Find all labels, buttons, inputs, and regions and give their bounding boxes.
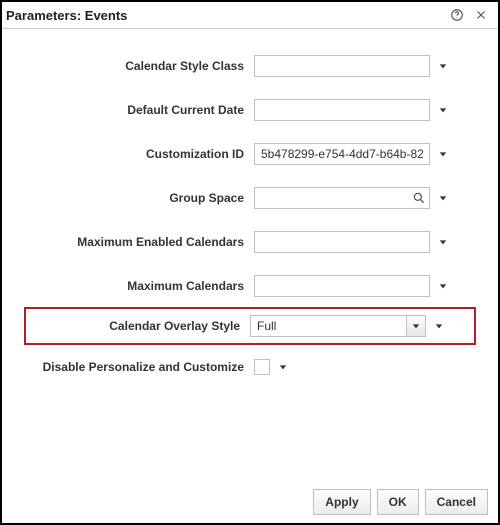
row-default-current-date: Default Current Date <box>16 99 484 121</box>
input-max-calendars[interactable] <box>254 275 430 297</box>
dropdown-customization-id[interactable] <box>438 149 448 159</box>
help-icon[interactable] <box>448 6 466 24</box>
label-calendar-style-class: Calendar Style Class <box>16 59 254 73</box>
row-calendar-style-class: Calendar Style Class <box>16 55 484 77</box>
highlight-calendar-overlay-style: Calendar Overlay Style Full <box>24 307 476 345</box>
dropdown-max-calendars[interactable] <box>438 281 448 291</box>
input-default-current-date[interactable] <box>254 99 430 121</box>
dropdown-calendar-overlay-style[interactable] <box>434 321 444 331</box>
select-calendar-overlay-style[interactable]: Full <box>250 315 426 337</box>
dropdown-default-current-date[interactable] <box>438 105 448 115</box>
row-max-enabled-calendars: Maximum Enabled Calendars <box>16 231 484 253</box>
dialog-title: Parameters: Events <box>2 8 127 23</box>
label-max-calendars: Maximum Calendars <box>16 279 254 293</box>
label-disable-personalize: Disable Personalize and Customize <box>26 360 254 374</box>
dropdown-group-space[interactable] <box>438 193 448 203</box>
label-calendar-overlay-style: Calendar Overlay Style <box>26 319 250 333</box>
input-customization-id[interactable] <box>254 143 430 165</box>
dialog-footer: Apply OK Cancel <box>313 489 488 515</box>
dropdown-disable-personalize[interactable] <box>278 362 288 372</box>
label-max-enabled-calendars: Maximum Enabled Calendars <box>16 235 254 249</box>
row-customization-id: Customization ID <box>16 143 484 165</box>
label-customization-id: Customization ID <box>16 147 254 161</box>
input-calendar-style-class[interactable] <box>254 55 430 77</box>
checkbox-disable-personalize[interactable] <box>254 359 270 375</box>
cancel-button[interactable]: Cancel <box>425 489 488 515</box>
close-icon[interactable] <box>472 6 490 24</box>
apply-button[interactable]: Apply <box>313 489 370 515</box>
select-value-calendar-overlay-style: Full <box>257 319 276 333</box>
input-group-space[interactable] <box>254 187 430 209</box>
label-default-current-date: Default Current Date <box>16 103 254 117</box>
row-group-space: Group Space <box>16 187 484 209</box>
row-disable-personalize: Disable Personalize and Customize <box>16 359 484 375</box>
row-calendar-overlay-style: Calendar Overlay Style Full <box>26 315 468 337</box>
dropdown-max-enabled-calendars[interactable] <box>438 237 448 247</box>
label-group-space: Group Space <box>16 191 254 205</box>
select-toggle-calendar-overlay-style[interactable] <box>406 316 425 336</box>
ok-button[interactable]: OK <box>377 489 419 515</box>
dialog-content: Calendar Style Class Default Current Dat… <box>2 29 498 383</box>
row-max-calendars: Maximum Calendars <box>16 275 484 297</box>
dropdown-calendar-style-class[interactable] <box>438 61 448 71</box>
dialog-titlebar: Parameters: Events <box>2 2 498 29</box>
input-max-enabled-calendars[interactable] <box>254 231 430 253</box>
